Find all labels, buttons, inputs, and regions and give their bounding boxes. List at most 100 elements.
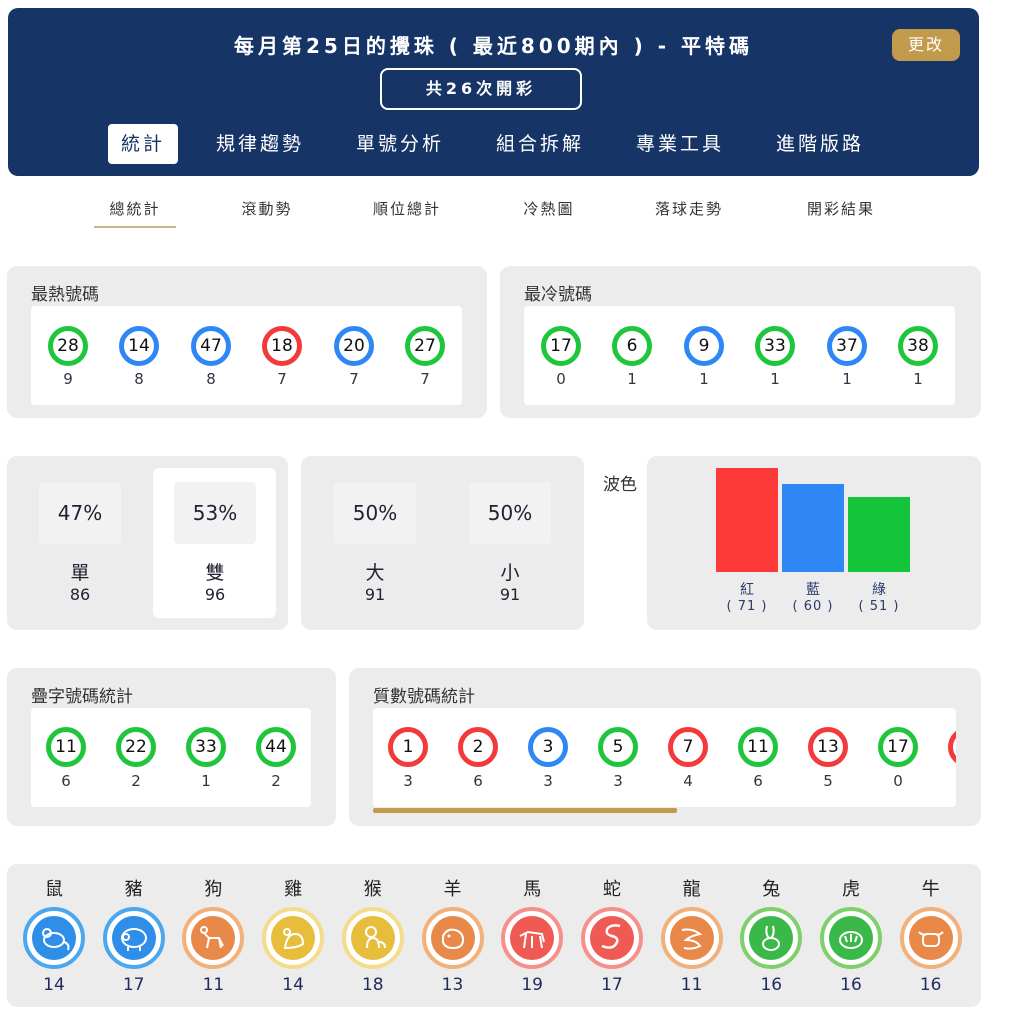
ball: 13: [808, 727, 848, 767]
odd-label: 單: [70, 562, 90, 584]
small-label: 小: [500, 562, 520, 584]
subtab-overall[interactable]: 總統計: [94, 196, 176, 228]
hot-numbers-panel: 最熱號碼 28 9 14 8 47 8 18 7 20 7 27 7: [7, 266, 487, 418]
zodiac-ring: [182, 907, 245, 969]
subtab-position-total[interactable]: 順位總計: [364, 196, 450, 228]
ball: 22: [116, 727, 156, 767]
zodiac-item: 兔 16: [739, 877, 803, 995]
big-label: 大: [365, 562, 385, 584]
ball: 38: [898, 326, 938, 366]
zodiac-name: 羊: [443, 879, 462, 900]
zodiac-ring: [421, 907, 484, 969]
snake-icon: [589, 916, 634, 960]
odd-even-panel: 47% 單 86 53% 雙 96: [7, 456, 288, 630]
ball-count: 6: [753, 772, 763, 790]
ball: 1: [388, 727, 428, 767]
ball-count: 0: [556, 370, 566, 388]
ball: 33: [755, 326, 795, 366]
ball-count: 8: [134, 370, 144, 388]
tab-single-analysis[interactable]: 單號分析: [344, 124, 456, 164]
zodiac-item: 狗 11: [181, 877, 245, 995]
zodiac-count: 13: [441, 975, 464, 995]
zodiac-count: 16: [760, 975, 783, 995]
tab-pro-tools[interactable]: 專業工具: [624, 124, 736, 164]
zodiac-count: 14: [282, 975, 304, 995]
zodiac-name: 龍: [682, 879, 701, 900]
prime-numbers-list[interactable]: 1 3 2 6 3 3 5 3 7 4 11 6 13 5 17 0: [373, 708, 956, 807]
ball-count: 2: [271, 772, 281, 790]
prime-list-scrollbar[interactable]: [373, 808, 677, 813]
subtab-heatmap[interactable]: 冷熱圖: [510, 196, 588, 228]
ball: 44: [256, 727, 296, 767]
zodiac-ring: [262, 907, 325, 969]
ball: 2: [458, 727, 498, 767]
wave-bar-label: 紅: [740, 582, 754, 598]
ball-count: 1: [842, 370, 852, 388]
ball: 28: [48, 326, 88, 366]
small-count: 91: [499, 585, 521, 604]
zodiac-count: 18: [361, 975, 384, 995]
zodiac-item: 馬 19: [500, 877, 564, 995]
big-count: 91: [364, 585, 386, 604]
ball-count: 7: [420, 370, 430, 388]
zodiac-ring: [23, 907, 85, 969]
repeat-numbers-title: 疊字號碼統計: [31, 687, 133, 707]
rooster-icon: [271, 916, 316, 960]
zodiac-ring: [102, 907, 165, 969]
zodiac-item: 雞 14: [261, 877, 325, 995]
change-button[interactable]: 更改: [892, 29, 960, 61]
ball: 18: [262, 326, 302, 366]
subtab-draw-results[interactable]: 開彩結果: [798, 196, 884, 228]
ball-count: 6: [473, 772, 483, 790]
zodiac-ring: [899, 907, 962, 969]
ball-partial: [948, 727, 956, 767]
wave-bar-label: 綠: [872, 582, 886, 598]
ball: 17: [878, 727, 918, 767]
dog-icon: [191, 916, 236, 960]
zodiac-name: 雞: [284, 879, 303, 900]
hot-numbers-list: 28 9 14 8 47 8 18 7 20 7 27 7: [31, 306, 462, 405]
ball-count: 3: [403, 772, 413, 790]
subtab-ball-trend[interactable]: 落球走勢: [646, 196, 732, 228]
main-tabs: 統計 規律趨勢 單號分析 組合拆解 專業工具 進階版路: [8, 124, 979, 164]
zodiac-count: 19: [521, 975, 543, 995]
ball-count: 9: [63, 370, 73, 388]
wave-bar-red: [716, 468, 778, 572]
zodiac-item: 虎 16: [819, 877, 883, 995]
zodiac-count: 11: [680, 975, 703, 995]
big-small-panel: 50% 大 91 50% 小 91: [301, 456, 584, 630]
ball: 47: [191, 326, 231, 366]
horse-icon: [510, 916, 555, 960]
big-percent: 50%: [334, 482, 416, 544]
ball: 5: [598, 727, 638, 767]
ball: 3: [528, 727, 568, 767]
cold-numbers-title: 最冷號碼: [524, 285, 592, 305]
zodiac-item: 龍 11: [660, 877, 724, 995]
prime-numbers-panel: 質數號碼統計 1 3 2 6 3 3 5 3 7 4 11 6 13 5 17 …: [349, 668, 981, 826]
tab-statistics[interactable]: 統計: [108, 124, 178, 164]
ball-count: 3: [543, 772, 553, 790]
ball: 7: [668, 727, 708, 767]
page-title: 每月第25日的攪珠 ( 最近800期內 ) - 平特碼: [234, 34, 753, 58]
zodiac-ring: [341, 907, 404, 969]
even-count: 96: [204, 585, 226, 604]
zodiac-name: 牛: [921, 879, 940, 900]
tab-pattern-trend[interactable]: 規律趨勢: [204, 124, 316, 164]
zodiac-name: 兔: [762, 879, 781, 900]
subtab-rolling[interactable]: 滾動勢: [226, 196, 308, 228]
odd-percent: 47%: [39, 482, 121, 544]
hot-numbers-title: 最熱號碼: [31, 285, 99, 305]
zodiac-item: 豬 17: [102, 877, 166, 995]
zodiac-count: 14: [43, 975, 65, 995]
even-percent: 53%: [174, 482, 256, 544]
zodiac-ring: [501, 907, 564, 969]
zodiac-ring: [740, 907, 803, 969]
rat-icon: [32, 916, 76, 960]
zodiac-name: 鼠: [45, 879, 63, 900]
ball-count: 1: [201, 772, 211, 790]
wave-bar-value: ( 60 ): [792, 599, 834, 614]
wave-color-panel: 紅 ( 71 ) 藍 ( 60 ) 綠 ( 51 ): [647, 456, 981, 630]
prime-numbers-title: 質數號碼統計: [373, 687, 475, 707]
tab-advanced-routes[interactable]: 進階版路: [764, 124, 876, 164]
tab-combination[interactable]: 組合拆解: [484, 124, 596, 164]
